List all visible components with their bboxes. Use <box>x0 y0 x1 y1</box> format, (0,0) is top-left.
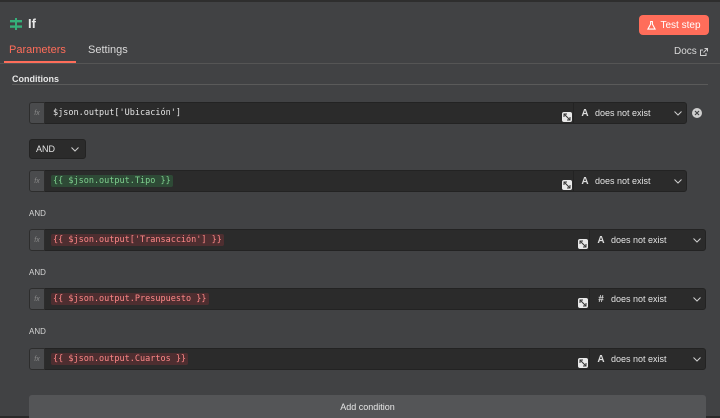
and-separator: AND <box>29 327 46 336</box>
condition-expression-input[interactable]: {{ $json.output['Transacción'] }} <box>45 229 590 251</box>
expression-text: {{ $json.output.Cuartos }} <box>51 353 189 365</box>
add-condition-button[interactable]: Add condition <box>29 395 706 418</box>
operator-select[interactable]: A does not exist <box>573 170 687 192</box>
node-title: If <box>28 16 36 31</box>
expression-text: {{ $json.output.Presupuesto }} <box>51 293 209 305</box>
tabs-divider <box>0 63 720 64</box>
operator-select[interactable]: A does not exist <box>589 229 706 251</box>
string-type-icon: A <box>581 175 589 187</box>
test-step-button[interactable]: Test step <box>639 15 709 35</box>
fx-icon: fx <box>29 170 45 192</box>
flask-icon <box>647 20 657 30</box>
and-separator: AND <box>29 209 46 218</box>
combinator-label: AND <box>36 144 56 154</box>
operator-label: does not exist <box>595 108 651 118</box>
fx-icon: fx <box>29 288 45 310</box>
mapping-icon[interactable] <box>562 180 572 190</box>
expression-text: {{ $json.output['Transacción'] }} <box>51 234 224 246</box>
operator-label: does not exist <box>611 354 667 364</box>
chevron-down-icon <box>689 296 705 302</box>
condition-expression-input[interactable]: {{ $json.output.Tipo }} <box>45 170 574 192</box>
condition-expression-input[interactable]: {{ $json.output.Presupuesto }} <box>45 288 590 310</box>
mapping-icon[interactable] <box>578 358 588 368</box>
operator-select[interactable]: A does not exist <box>589 348 706 370</box>
condition-row: fx $json.output['Ubicación'] A does not … <box>29 102 687 124</box>
condition-row: fx {{ $json.output['Transacción'] }} A d… <box>29 229 706 251</box>
condition-expression-input[interactable]: {{ $json.output.Cuartos }} <box>45 348 590 370</box>
conditions-heading: Conditions <box>12 74 59 84</box>
condition-row: fx {{ $json.output.Tipo }} A does not ex… <box>29 170 687 192</box>
remove-icon[interactable] <box>692 108 702 118</box>
operator-label: does not exist <box>611 294 667 304</box>
number-type-icon: # <box>598 293 604 305</box>
chevron-down-icon <box>670 178 686 184</box>
condition-expression-input[interactable]: $json.output['Ubicación'] <box>45 102 574 124</box>
tab-parameters[interactable]: Parameters <box>9 44 66 56</box>
mapping-icon[interactable] <box>578 239 588 249</box>
mapping-icon[interactable] <box>562 112 572 122</box>
condition-row: fx {{ $json.output.Cuartos }} A does not… <box>29 348 706 370</box>
string-type-icon: A <box>597 234 605 246</box>
operator-label: does not exist <box>595 176 651 186</box>
mapping-icon[interactable] <box>578 298 588 308</box>
test-step-label: Test step <box>660 19 701 31</box>
combinator-select[interactable]: AND <box>29 139 86 159</box>
expression-text: $json.output['Ubicación'] <box>53 108 181 118</box>
fx-icon: fx <box>29 229 45 251</box>
operator-select[interactable]: # does not exist <box>589 288 706 310</box>
chevron-down-icon <box>689 356 705 362</box>
fx-icon: fx <box>29 348 45 370</box>
tab-settings[interactable]: Settings <box>88 44 128 56</box>
add-condition-label: Add condition <box>340 401 395 412</box>
section-divider <box>12 84 708 85</box>
chevron-down-icon <box>689 237 705 243</box>
fx-icon: fx <box>29 102 45 124</box>
external-link-icon <box>699 47 708 56</box>
condition-row: fx {{ $json.output.Presupuesto }} # does… <box>29 288 706 310</box>
operator-label: does not exist <box>611 235 667 245</box>
chevron-down-icon <box>670 110 686 116</box>
and-separator: AND <box>29 268 46 277</box>
expression-text: {{ $json.output.Tipo }} <box>51 175 173 187</box>
chevron-down-icon <box>71 146 79 152</box>
node-panel: If Test step Parameters Settings Docs Co… <box>0 0 720 418</box>
if-node-icon <box>10 17 22 30</box>
docs-label: Docs <box>674 46 697 57</box>
string-type-icon: A <box>581 107 589 119</box>
operator-select[interactable]: A does not exist <box>573 102 687 124</box>
string-type-icon: A <box>597 353 605 365</box>
docs-link[interactable]: Docs <box>674 46 708 57</box>
